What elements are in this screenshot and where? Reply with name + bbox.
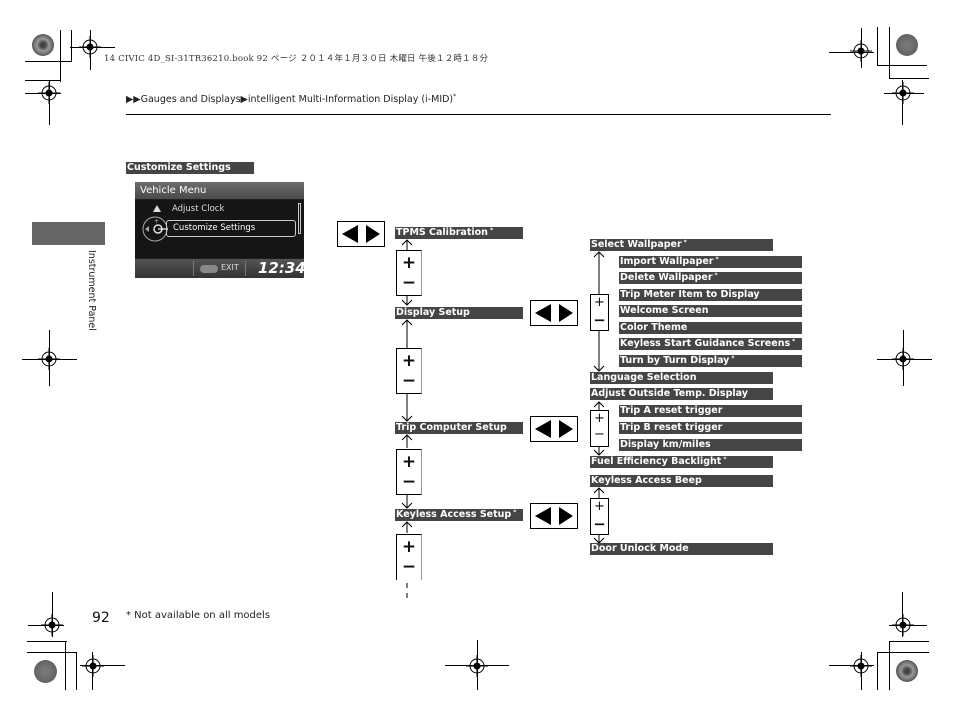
right-triangle-icon: ▶ [240, 94, 248, 106]
footnote: * Not available on all models [126, 610, 271, 621]
menu-item-display-km-miles[interactable]: Display km/miles [619, 439, 802, 451]
menu-item-adjust-clock[interactable]: Adjust Clock [172, 204, 224, 214]
chapter-label: Instrument Panel [86, 250, 97, 331]
right-arrow-icon [559, 304, 573, 322]
up-triangle-icon [153, 205, 161, 212]
registration-disc-icon [32, 34, 54, 56]
minus-icon[interactable]: − [397, 557, 421, 577]
menu-item-trip-a-reset[interactable]: Trip A reset trigger [619, 405, 802, 417]
menu-item-turn-by-turn[interactable]: Turn by Turn Display * [619, 355, 802, 367]
plus-icon[interactable]: + [591, 499, 608, 514]
menu-item-trip-b-reset[interactable]: Trip B reset trigger [619, 422, 802, 434]
plus-minus-control[interactable]: + − [590, 410, 609, 447]
plus-icon[interactable]: + [397, 452, 421, 472]
plus-icon[interactable]: + [591, 295, 608, 310]
menu-button-icon [200, 265, 218, 273]
plus-minus-control[interactable]: + − [396, 250, 422, 296]
asterisk: * [453, 93, 457, 100]
plus-minus-control[interactable]: + − [396, 348, 422, 394]
menu-item-keyless-access-beep[interactable]: Keyless Access Beep [590, 475, 773, 487]
menu-item-adjust-outside-temp[interactable]: Adjust Outside Temp. Display [590, 388, 773, 400]
minus-icon[interactable]: − [591, 515, 608, 533]
page-number: 92 [92, 610, 110, 626]
minus-icon[interactable]: − [591, 311, 608, 329]
registration-mark-icon [82, 655, 104, 677]
minus-icon[interactable]: − [397, 273, 421, 293]
left-right-selector [530, 503, 578, 529]
plus-icon[interactable]: + [591, 411, 608, 426]
left-arrow-icon [535, 304, 551, 322]
breadcrumb: ▶▶Gauges and Displays▶intelligent Multi-… [126, 93, 456, 105]
exit-label[interactable]: EXIT [221, 263, 239, 272]
left-right-selector [337, 221, 385, 247]
menu-item-keyless-start-guidance[interactable]: Keyless Start Guidance Screens * [619, 338, 802, 350]
minus-icon[interactable]: − [397, 472, 421, 492]
left-right-selector [530, 300, 578, 326]
minus-icon[interactable]: − [397, 371, 421, 391]
right-arrow-icon [366, 225, 380, 243]
menu-item-fuel-efficiency-backlight[interactable]: Fuel Efficiency Backlight * [590, 456, 773, 468]
menu-item-color-theme[interactable]: Color Theme [619, 322, 802, 334]
plus-minus-control[interactable]: + − [396, 449, 422, 495]
right-arrow-icon [559, 507, 573, 525]
clock-display: 12:34 [258, 259, 306, 277]
plus-icon[interactable]: + [397, 351, 421, 371]
left-arrow-icon [535, 420, 551, 438]
left-arrow-icon [342, 225, 358, 243]
registration-disc-icon [34, 660, 57, 683]
header-rule [126, 114, 831, 115]
left-right-selector [530, 416, 578, 442]
vehicle-menu-screen: Vehicle Menu Adjust Clock + Customize Se… [135, 182, 306, 278]
minus-icon[interactable]: − [591, 427, 608, 442]
vehicle-menu-title: Vehicle Menu [135, 182, 304, 199]
menu-item-welcome-screen[interactable]: Welcome Screen [619, 305, 802, 317]
scrollbar[interactable] [298, 203, 301, 234]
menu-item-trip-meter-item[interactable]: Trip Meter Item to Display [619, 289, 802, 301]
menu-item-delete-wallpaper[interactable]: Delete Wallpaper * [619, 272, 802, 284]
right-arrow-icon [559, 420, 573, 438]
menu-item-select-wallpaper[interactable]: Select Wallpaper * [590, 239, 773, 251]
menu-item-language-selection[interactable]: Language Selection [590, 372, 773, 384]
chapter-tab [32, 222, 105, 245]
registration-disc-icon [896, 34, 918, 56]
plus-icon[interactable]: + [397, 537, 421, 557]
plus-minus-control[interactable]: + − [590, 498, 609, 535]
breadcrumb-page[interactable]: intelligent Multi-Information Display (i… [248, 94, 453, 105]
left-arrow-icon [535, 507, 551, 525]
breadcrumb-section[interactable]: Gauges and Displays [141, 94, 241, 105]
registration-disc-icon [896, 660, 918, 682]
svg-text:+: + [154, 218, 159, 225]
plus-minus-control[interactable]: + − [590, 294, 609, 331]
plus-minus-control[interactable]: + − [396, 534, 422, 580]
menu-item-import-wallpaper[interactable]: Import Wallpaper * [619, 256, 802, 268]
plus-icon[interactable]: + [397, 253, 421, 273]
double-right-triangle-icon: ▶▶ [126, 94, 141, 106]
menu-item-customize-settings[interactable]: Customize Settings [166, 220, 296, 237]
print-header: 14 CIVIC 4D_SI-31TR36210.book 92 ページ ２０１… [104, 54, 489, 64]
menu-item-door-unlock-mode[interactable]: Door Unlock Mode [590, 543, 773, 555]
section-title: Customize Settings [126, 162, 254, 174]
